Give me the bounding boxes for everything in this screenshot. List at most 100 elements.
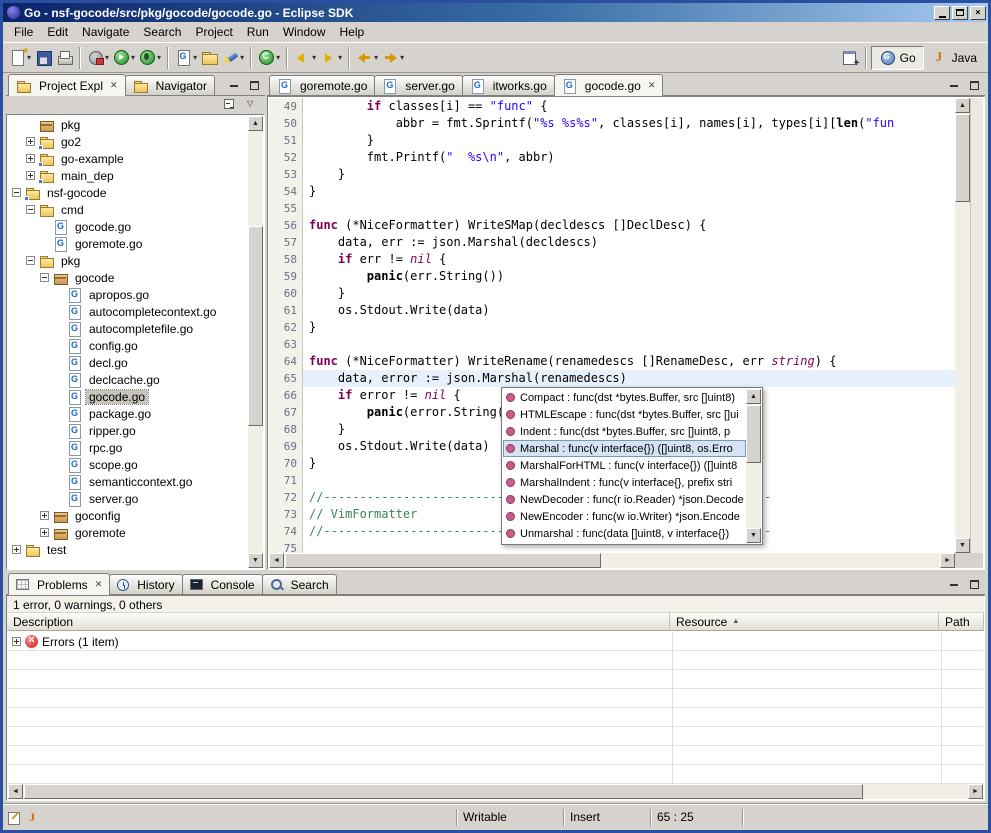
tree-item-go2[interactable]: go2 xyxy=(8,133,248,150)
expand-icon[interactable] xyxy=(12,545,21,554)
forward-button[interactable]: ▾ xyxy=(380,46,406,70)
tree-item-pkg[interactable]: pkg xyxy=(8,252,248,269)
previous-annotation-button[interactable]: ▾ xyxy=(292,46,318,70)
autocomplete-item[interactable]: MarshalForHTML : func(v interface{}) ([]… xyxy=(503,457,746,474)
editor-tab-gocode-go[interactable]: gocode.go✕ xyxy=(554,74,664,96)
fast-view-icon[interactable] xyxy=(7,810,22,825)
tree-item-server-go[interactable]: server.go xyxy=(8,490,248,507)
autocomplete-item[interactable]: NewDecoder : func(r io.Reader) *json.Dec… xyxy=(503,491,746,508)
collapse-icon[interactable] xyxy=(26,205,35,214)
view-tab-project-expl[interactable]: Project Expl✕ xyxy=(8,74,126,96)
menu-help[interactable]: Help xyxy=(333,23,372,41)
autocomplete-item[interactable]: Compact : func(dst *bytes.Buffer, src []… xyxy=(503,389,746,406)
tree-item-ripper-go[interactable]: ripper.go xyxy=(8,422,248,439)
scroll-right-icon[interactable]: ► xyxy=(940,553,955,568)
tree-item-gocode[interactable]: gocode xyxy=(8,269,248,286)
tree-item-autocompletecontext-go[interactable]: autocompletecontext.go xyxy=(8,303,248,320)
perspective-go-button[interactable]: Go xyxy=(871,46,924,70)
tree-item-cmd[interactable]: cmd xyxy=(8,201,248,218)
minimize-button[interactable] xyxy=(934,6,950,20)
dropdown-arrow-icon[interactable]: ▾ xyxy=(374,53,378,62)
code-line-57[interactable]: 57 data, err := json.Marshal(decldescs) xyxy=(269,234,955,251)
code-line-58[interactable]: 58 if err != nil { xyxy=(269,251,955,268)
print-button[interactable] xyxy=(54,46,75,70)
scroll-down-icon[interactable]: ▼ xyxy=(746,528,761,543)
scrollbar-thumb[interactable] xyxy=(955,114,970,202)
minimize-view-button[interactable] xyxy=(945,577,963,592)
close-icon[interactable]: ✕ xyxy=(110,80,118,91)
scroll-left-icon[interactable]: ◄ xyxy=(8,784,23,799)
code-line-62[interactable]: 62} xyxy=(269,319,955,336)
scroll-up-icon[interactable]: ▲ xyxy=(955,98,970,113)
menu-project[interactable]: Project xyxy=(188,23,239,41)
code-line-50[interactable]: 50 abbr = fmt.Sprintf("%s %s%s", classes… xyxy=(269,115,955,132)
view-tab-search[interactable]: Search xyxy=(262,574,337,594)
autocomplete-item[interactable]: HTMLEscape : func(dst *bytes.Buffer, src… xyxy=(503,406,746,423)
editor-tab-goremote-go[interactable]: goremote.go xyxy=(269,75,375,95)
tree-item-config-go[interactable]: config.go xyxy=(8,337,248,354)
scrollbar-thumb[interactable] xyxy=(24,784,863,799)
tree-item-package-go[interactable]: package.go xyxy=(8,405,248,422)
tree-item-gocode-go[interactable]: gocode.go xyxy=(8,388,248,405)
tree-item-goconfig[interactable]: goconfig xyxy=(8,507,248,524)
close-icon[interactable]: ✕ xyxy=(648,80,656,91)
maximize-view-button[interactable] xyxy=(965,577,983,592)
code-line-53[interactable]: 53 } xyxy=(269,166,955,183)
autocomplete-item[interactable]: MarshalIndent : func(v interface{}, pref… xyxy=(503,474,746,491)
editor-vertical-scrollbar[interactable]: ▲ ▼ xyxy=(955,98,970,553)
menu-navigate[interactable]: Navigate xyxy=(75,23,136,41)
view-tab-problems[interactable]: Problems✕ xyxy=(8,573,110,595)
code-line-56[interactable]: 56func (*NiceFormatter) WriteSMap(declde… xyxy=(269,217,955,234)
external-tools-button[interactable]: ▾ xyxy=(85,46,111,70)
scroll-up-icon[interactable]: ▲ xyxy=(248,116,263,131)
maximize-view-button[interactable] xyxy=(245,78,263,93)
dropdown-arrow-icon[interactable]: ▾ xyxy=(131,53,135,62)
minimize-view-button[interactable] xyxy=(945,78,963,93)
scroll-up-icon[interactable]: ▲ xyxy=(746,389,761,404)
view-tab-console[interactable]: Console xyxy=(182,574,263,594)
problems-horizontal-scrollbar[interactable]: ◄ ► xyxy=(8,784,983,799)
tree-item-nsf-gocode[interactable]: nsf-gocode xyxy=(8,184,248,201)
search-button[interactable]: ▾ xyxy=(220,46,246,70)
code-line-52[interactable]: 52 fmt.Printf(" %s\n", abbr) xyxy=(269,149,955,166)
autocomplete-item[interactable]: Indent : func(dst *bytes.Buffer, src []u… xyxy=(503,423,746,440)
autocomplete-item[interactable]: NewEncoder : func(w io.Writer) *json.Enc… xyxy=(503,508,746,525)
code-line-63[interactable]: 63 xyxy=(269,336,955,353)
collapse-all-icon[interactable] xyxy=(223,97,241,113)
dropdown-arrow-icon[interactable]: ▾ xyxy=(240,53,244,62)
scroll-down-icon[interactable]: ▼ xyxy=(955,538,970,553)
save-button[interactable] xyxy=(33,46,54,70)
code-line-51[interactable]: 51 } xyxy=(269,132,955,149)
menu-edit[interactable]: Edit xyxy=(40,23,75,41)
menu-file[interactable]: File xyxy=(7,23,40,41)
tree-item-pkg[interactable]: pkg xyxy=(8,116,248,133)
collapse-icon[interactable] xyxy=(40,273,49,282)
expand-icon[interactable] xyxy=(12,637,21,646)
editor-tab-itworks-go[interactable]: itworks.go xyxy=(462,75,555,95)
code-line-61[interactable]: 61 os.Stdout.Write(data) xyxy=(269,302,955,319)
dropdown-arrow-icon[interactable]: ▾ xyxy=(400,53,404,62)
code-line-49[interactable]: 49 if classes[i] == "func" { xyxy=(269,98,955,115)
tree-item-rpc-go[interactable]: rpc.go xyxy=(8,439,248,456)
tree-item-semanticcontext-go[interactable]: semanticcontext.go xyxy=(8,473,248,490)
tree-item-autocompletefile-go[interactable]: autocompletefile.go xyxy=(8,320,248,337)
new-java-class-button[interactable]: ▾ xyxy=(256,46,282,70)
view-tab-history[interactable]: History xyxy=(109,574,182,594)
menu-window[interactable]: Window xyxy=(276,23,333,41)
maximize-view-button[interactable] xyxy=(965,78,983,93)
expand-icon[interactable] xyxy=(26,171,35,180)
tree-item-test[interactable]: test xyxy=(8,541,248,558)
view-tab-navigator[interactable]: Navigator xyxy=(125,75,215,95)
minimize-view-button[interactable] xyxy=(225,78,243,93)
code-line-60[interactable]: 60 } xyxy=(269,285,955,302)
tree-item-goremote-go[interactable]: goremote.go xyxy=(8,235,248,252)
menu-run[interactable]: Run xyxy=(240,23,276,41)
expand-icon[interactable] xyxy=(26,137,35,146)
tree-item-main-dep[interactable]: main_dep xyxy=(8,167,248,184)
tree-item-gocode-go[interactable]: gocode.go xyxy=(8,218,248,235)
dropdown-arrow-icon[interactable]: ▾ xyxy=(338,53,342,62)
dropdown-arrow-icon[interactable]: ▾ xyxy=(312,53,316,62)
next-annotation-button[interactable]: ▾ xyxy=(318,46,344,70)
editor-tab-server-go[interactable]: server.go xyxy=(374,75,462,95)
tree-item-declcache-go[interactable]: declcache.go xyxy=(8,371,248,388)
